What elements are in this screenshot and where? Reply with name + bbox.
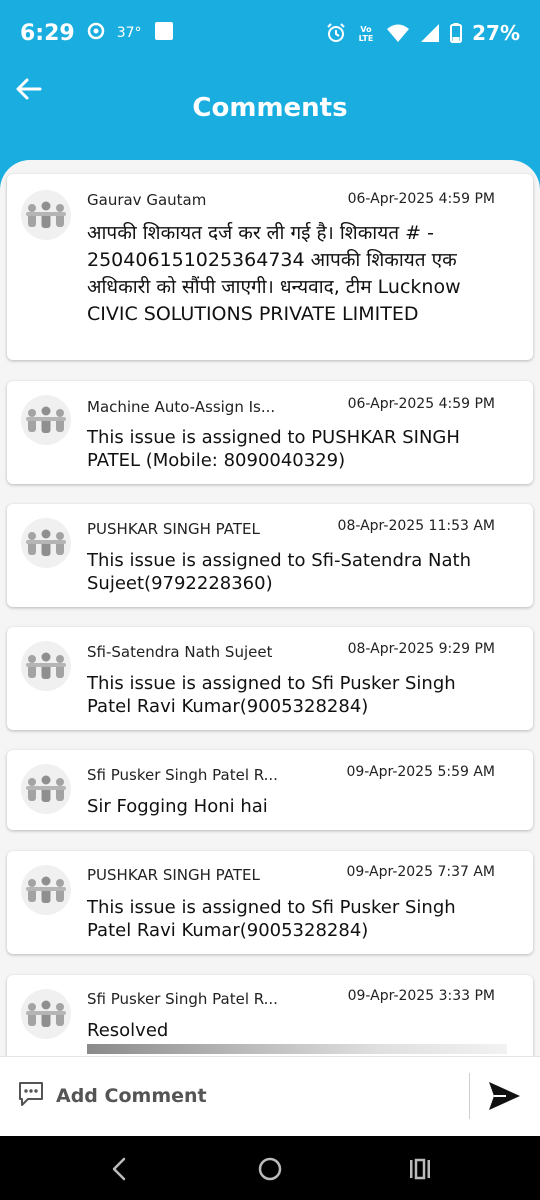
avatar (21, 190, 71, 240)
avatar (21, 641, 71, 691)
battery-percent: 27% (472, 21, 520, 45)
nav-recents-icon[interactable] (405, 1154, 435, 1184)
comment-author: Sfi Pusker Singh Patel R... (87, 990, 278, 1008)
people-group-icon (26, 201, 66, 228)
nav-home-icon[interactable] (255, 1154, 285, 1184)
attachment-image-thumbnail[interactable] (87, 1044, 507, 1054)
comment-message: This issue is assigned to Sfi Pusker Sin… (87, 897, 456, 941)
status-temperature: 37° (116, 25, 142, 41)
comment-date: 09-Apr-2025 3:33 PM (347, 988, 495, 1004)
comment-date: 06-Apr-2025 4:59 PM (347, 396, 495, 412)
comments-list[interactable]: Gaurav Gautam 06-Apr-2025 4:59 PM आपकी श… (0, 160, 540, 1056)
people-group-icon (26, 876, 66, 903)
comment-card: Machine Auto-Assign Is... 06-Apr-2025 4:… (7, 381, 533, 484)
comment-author: Sfi-Satendra Nath Sujeet (87, 643, 273, 661)
nav-back-icon[interactable] (105, 1154, 135, 1184)
avatar (21, 395, 71, 445)
comment-author: PUSHKAR SINGH PATEL (87, 866, 260, 884)
battery-icon (450, 23, 463, 43)
people-group-icon (26, 775, 66, 802)
add-comment-input[interactable] (56, 1079, 436, 1113)
people-group-icon (26, 406, 66, 433)
avatar (21, 518, 71, 568)
comment-card: PUSHKAR SINGH PATEL 09-Apr-2025 7:37 AM … (7, 851, 533, 954)
square-notification-icon (154, 21, 174, 45)
send-icon (489, 1082, 520, 1110)
comment-composer (0, 1056, 540, 1136)
people-group-icon (26, 529, 66, 556)
divider (469, 1073, 470, 1119)
comment-card: Sfi-Satendra Nath Sujeet 08-Apr-2025 9:2… (7, 627, 533, 730)
comment-date: 06-Apr-2025 4:59 PM (347, 191, 495, 207)
comment-date: 09-Apr-2025 7:37 AM (346, 864, 495, 880)
send-button[interactable] (486, 1079, 522, 1113)
status-bar: 6:29 37° Vo LTE 27% (0, 0, 540, 66)
wifi-icon (386, 23, 410, 43)
avatar (21, 989, 71, 1039)
comment-date: 08-Apr-2025 11:53 AM (337, 518, 495, 534)
comment-author: Machine Auto-Assign Is... (87, 398, 276, 416)
people-group-icon (26, 652, 66, 679)
comment-message: This issue is assigned to Sfi Pusker Sin… (87, 673, 456, 717)
comment-author: PUSHKAR SINGH PATEL (87, 520, 260, 538)
comment-card: Sfi Pusker Singh Patel R... 09-Apr-2025 … (7, 750, 533, 830)
page-title: Comments (192, 93, 348, 123)
svg-text:LTE: LTE (359, 34, 374, 43)
comment-author: Gaurav Gautam (87, 191, 207, 209)
comment-message: Sir Fogging Honi hai (87, 796, 268, 817)
notification-icon (87, 22, 105, 44)
avatar (21, 865, 71, 915)
comment-message: This issue is assigned to PUSHKAR SINGH … (87, 427, 460, 471)
avatar (21, 764, 71, 814)
comment-card: Gaurav Gautam 06-Apr-2025 4:59 PM आपकी श… (7, 174, 533, 360)
people-group-icon (26, 1000, 66, 1027)
svg-text:Vo: Vo (361, 25, 373, 34)
comment-date: 09-Apr-2025 5:59 AM (346, 764, 495, 780)
status-time: 6:29 (20, 20, 75, 46)
comment-card: Sfi Pusker Singh Patel R... 09-Apr-2025 … (7, 975, 533, 1056)
comment-author: Sfi Pusker Singh Patel R... (87, 766, 278, 784)
alarm-icon (326, 23, 346, 43)
comment-bubble-icon (16, 1079, 46, 1109)
signal-icon (420, 23, 440, 43)
volte-icon: Vo LTE (356, 23, 376, 43)
comment-date: 08-Apr-2025 9:29 PM (347, 641, 495, 657)
comment-message: Resolved (87, 1020, 169, 1041)
comment-message: आपकी शिकायत दर्ज कर ली गई है। शिकायत # -… (87, 222, 461, 325)
comment-message: This issue is assigned to Sfi-Satendra N… (87, 550, 471, 594)
system-nav-bar (0, 1136, 540, 1200)
comment-card: PUSHKAR SINGH PATEL 08-Apr-2025 11:53 AM… (7, 504, 533, 607)
